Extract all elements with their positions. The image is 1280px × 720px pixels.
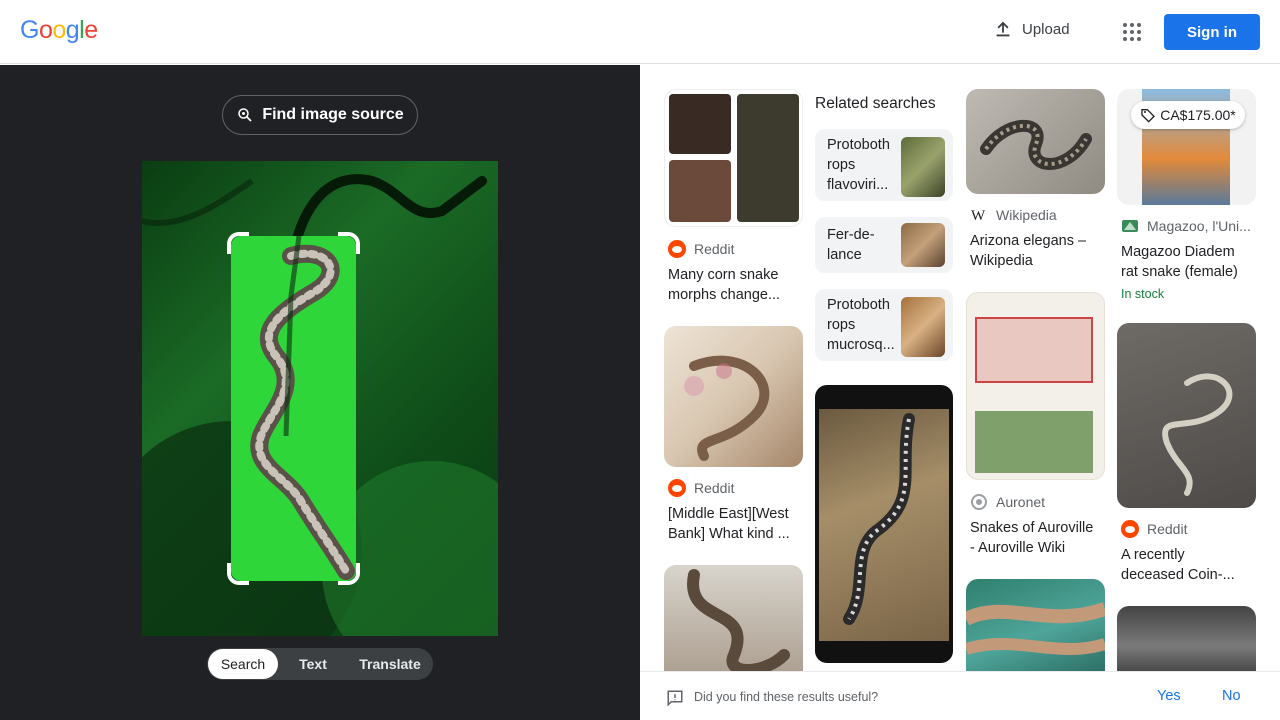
svg-text:W: W (971, 208, 986, 224)
google-logo[interactable]: Google (20, 16, 98, 45)
crop-handle-bottom-left[interactable] (227, 563, 249, 585)
result-title-line: [Middle East][West (668, 506, 789, 522)
related-search-line: mucrosq... (827, 337, 895, 353)
result-thumbnail[interactable] (966, 292, 1105, 480)
result-title[interactable]: Many corn snake morphs change... (668, 265, 780, 305)
result-title-line: deceased Coin-... (1121, 567, 1235, 583)
result-source-name: Reddit (694, 241, 735, 257)
reddit-icon (668, 479, 686, 497)
result-source[interactable]: W Wikipedia (970, 206, 1057, 224)
result-source[interactable]: Reddit (668, 240, 734, 258)
tab-text[interactable]: Text (278, 649, 348, 679)
result-title-line: Many corn snake (668, 267, 779, 283)
feedback-icon (667, 690, 683, 707)
result-title-line: Bank] What kind ... (668, 526, 790, 542)
result-source[interactable]: Magazoo, l'Uni... (1121, 217, 1251, 235)
upload-label: Upload (1022, 20, 1070, 38)
result-title-line: Snakes of Auroville (970, 520, 1094, 536)
sign-in-button[interactable]: Sign in (1164, 14, 1260, 50)
result-source-name: Reddit (694, 480, 735, 496)
result-title[interactable]: Snakes of Auroville - Auroville Wiki (970, 518, 1093, 558)
result-source[interactable]: Reddit (1121, 520, 1187, 538)
related-search-image (901, 223, 945, 267)
result-title-line: Arizona elegans – (970, 233, 1087, 249)
result-title-line: A recently (1121, 547, 1185, 563)
logo-letter: g (65, 16, 80, 44)
query-image (142, 161, 498, 636)
related-search-line: lance (827, 247, 862, 263)
visual-matches-panel: Reddit Many corn snake morphs change... … (640, 65, 1280, 671)
result-title[interactable]: A recently deceased Coin-... (1121, 545, 1235, 585)
result-thumbnail[interactable] (664, 565, 803, 671)
result-thumbnail[interactable] (815, 385, 953, 663)
result-title-line: morphs change... (668, 287, 781, 303)
result-thumbnail[interactable] (1117, 323, 1256, 508)
result-source[interactable]: Reddit (668, 479, 734, 497)
related-search-line: Fer-de- (827, 227, 875, 243)
logo-letter: o (52, 16, 66, 44)
result-title-line: Magazoo Diadem (1121, 244, 1235, 260)
top-bar: Google Upload Sign in (0, 0, 1280, 64)
related-search-line: flavoviri... (827, 177, 889, 193)
upload-icon (996, 21, 1010, 37)
magazoo-icon (1122, 220, 1138, 232)
crop-selection[interactable] (231, 236, 356, 581)
crop-handle-top-left[interactable] (227, 232, 249, 254)
lens-mode-tabs: Search Text Translate (207, 648, 433, 680)
logo-letter: e (84, 16, 98, 44)
related-search-item[interactable]: Protoboth rops flavoviri... (815, 129, 953, 201)
price-badge: CA$175.00* (1131, 101, 1245, 129)
result-title-line: Wikipedia (970, 253, 1033, 269)
result-thumbnail[interactable] (966, 579, 1105, 671)
google-apps-icon[interactable] (1120, 20, 1144, 44)
logo-letter: G (20, 16, 39, 44)
crop-handle-top-right[interactable] (338, 232, 360, 254)
result-source-name: Wikipedia (996, 207, 1057, 223)
price-tag-icon (1141, 109, 1156, 123)
related-search-item[interactable]: Protoboth rops mucrosq... (815, 289, 953, 361)
related-search-line: Protoboth (827, 297, 890, 313)
find-image-source-button[interactable]: Find image source (222, 95, 418, 135)
related-search-line: rops (827, 317, 856, 333)
related-search-image (901, 297, 945, 357)
find-image-source-label: Find image source (262, 106, 404, 123)
result-source-name: Auronet (996, 494, 1046, 510)
tab-translate[interactable]: Translate (348, 649, 432, 679)
result-thumbnail[interactable] (966, 89, 1105, 194)
feedback-yes-button[interactable]: Yes (1157, 688, 1181, 704)
tab-search[interactable]: Search (208, 649, 278, 679)
lens-search-icon (238, 108, 252, 122)
related-search-item[interactable]: Fer-de- lance (815, 217, 953, 273)
wikipedia-icon: W (971, 208, 986, 224)
reddit-icon (1121, 520, 1139, 538)
lens-image-panel: Find image source Search Text Translate (0, 65, 640, 720)
upload-button[interactable]: Upload (992, 18, 1070, 40)
result-source-name: Magazoo, l'Uni... (1147, 218, 1251, 234)
result-thumbnail[interactable] (664, 89, 803, 227)
feedback-bar: Did you find these results useful? Yes N… (640, 671, 1280, 720)
price-value: CA$175.00* (1160, 107, 1236, 123)
result-title[interactable]: Arizona elegans – Wikipedia (970, 231, 1086, 271)
related-search-line: rops (827, 157, 856, 173)
feedback-no-button[interactable]: No (1222, 688, 1241, 704)
result-title[interactable]: Magazoo Diadem rat snake (female) (1121, 242, 1238, 282)
result-title[interactable]: [Middle East][West Bank] What kind ... (668, 504, 790, 544)
related-search-image (901, 137, 945, 197)
result-thumbnail[interactable] (1117, 606, 1256, 671)
result-title-line: rat snake (female) (1121, 264, 1238, 280)
result-title-line: - Auroville Wiki (970, 540, 1066, 556)
result-thumbnail[interactable] (664, 326, 803, 467)
related-searches-title: Related searches (815, 95, 936, 112)
reddit-icon (668, 240, 686, 258)
logo-letter: o (38, 16, 53, 44)
feedback-question: Did you find these results useful? (694, 690, 879, 704)
related-search-line: Protoboth (827, 137, 890, 153)
stock-status: In stock (1121, 287, 1165, 301)
result-source[interactable]: Auronet (970, 493, 1045, 511)
result-source-name: Reddit (1147, 521, 1188, 537)
auronet-icon (971, 494, 987, 510)
